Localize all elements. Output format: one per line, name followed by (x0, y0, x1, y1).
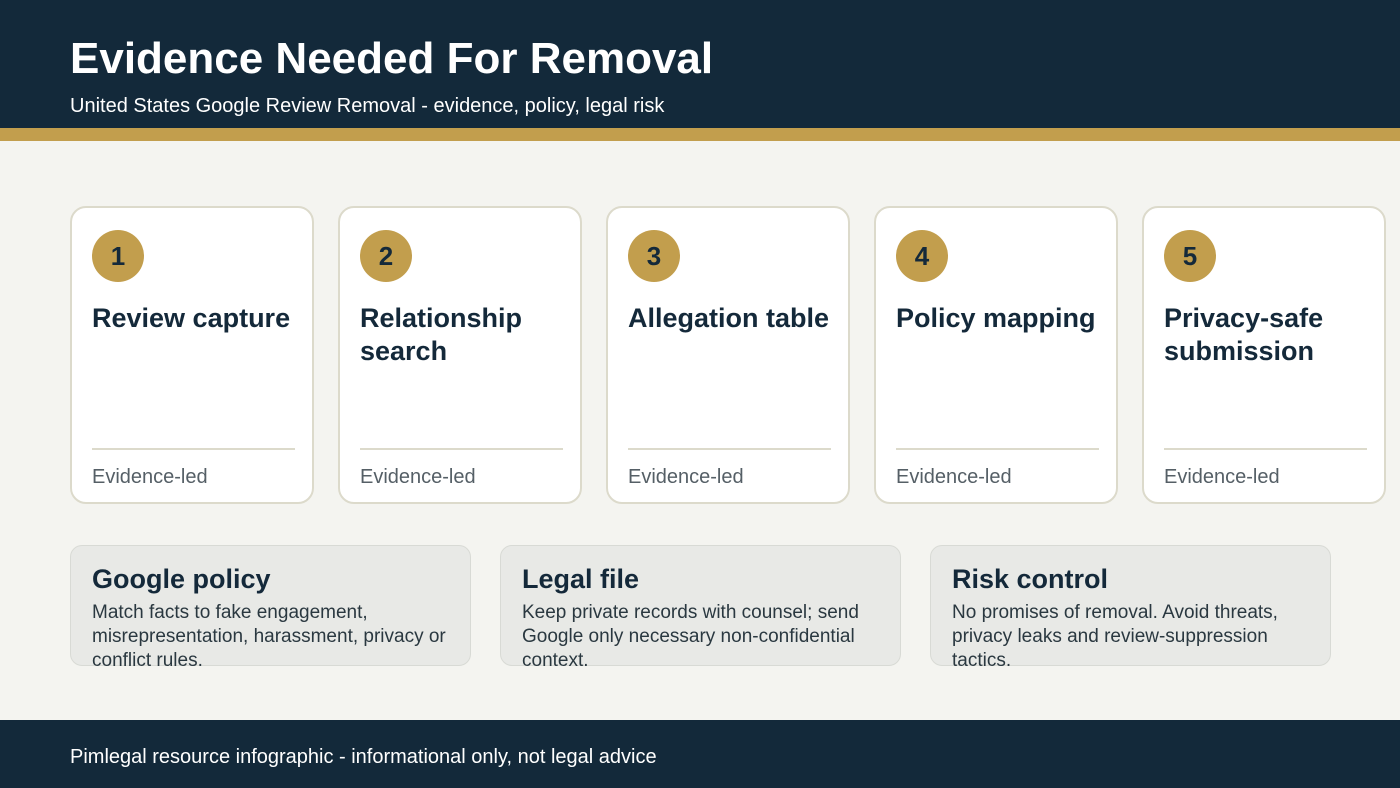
header-banner: Evidence Needed For Removal United State… (0, 0, 1400, 128)
step-divider (896, 448, 1099, 450)
step-title: Relationship search (360, 303, 523, 366)
step-title: Policy mapping (896, 303, 1096, 333)
step-number-badge: 5 (1164, 230, 1216, 282)
footer-disclaimer: Pimlegal resource infographic - informat… (70, 746, 657, 768)
step-card-3: 3 Allegation table Evidence-led (606, 206, 850, 504)
footer-banner: Pimlegal resource infographic - informat… (0, 720, 1400, 788)
step-divider (360, 448, 563, 450)
info-card-title: Legal file (522, 564, 640, 594)
step-card-1: 1 Review capture Evidence-led (70, 206, 314, 504)
step-divider (92, 448, 295, 450)
step-divider (1164, 448, 1367, 450)
step-title: Allegation table (628, 303, 830, 333)
step-number-badge: 3 (628, 230, 680, 282)
step-footer-label: Evidence-led (92, 466, 208, 488)
info-card-risk-control: Risk control No promises of removal. Avo… (930, 545, 1331, 671)
info-card-text: No promises of removal. Avoid threats, p… (952, 602, 1278, 671)
info-card-title: Risk control (952, 564, 1109, 594)
step-number-badge: 2 (360, 230, 412, 282)
step-card-5: 5 Privacy-safe submission Evidence-led (1142, 206, 1386, 504)
step-title: Privacy-safe submission (1164, 303, 1324, 366)
step-footer-label: Evidence-led (360, 466, 476, 488)
page-subtitle: United States Google Review Removal - ev… (70, 95, 665, 117)
step-footer-label: Evidence-led (628, 466, 744, 488)
info-card-google-policy: Google policy Match facts to fake engage… (70, 545, 471, 671)
step-footer-label: Evidence-led (896, 466, 1012, 488)
page-title: Evidence Needed For Removal (70, 34, 714, 83)
info-card-text: Keep private records with counsel; send … (522, 602, 859, 671)
info-card-title: Google policy (92, 564, 271, 594)
step-footer-label: Evidence-led (1164, 466, 1280, 488)
step-card-4: 4 Policy mapping Evidence-led (874, 206, 1118, 504)
step-number-badge: 4 (896, 230, 948, 282)
step-divider (628, 448, 831, 450)
gold-divider-bar (0, 128, 1400, 141)
step-number-badge: 1 (92, 230, 144, 282)
step-card-2: 2 Relationship search Evidence-led (338, 206, 582, 504)
info-card-legal-file: Legal file Keep private records with cou… (500, 545, 901, 671)
info-card-text: Match facts to fake engagement, misrepre… (92, 602, 446, 671)
step-title: Review capture (92, 303, 291, 333)
